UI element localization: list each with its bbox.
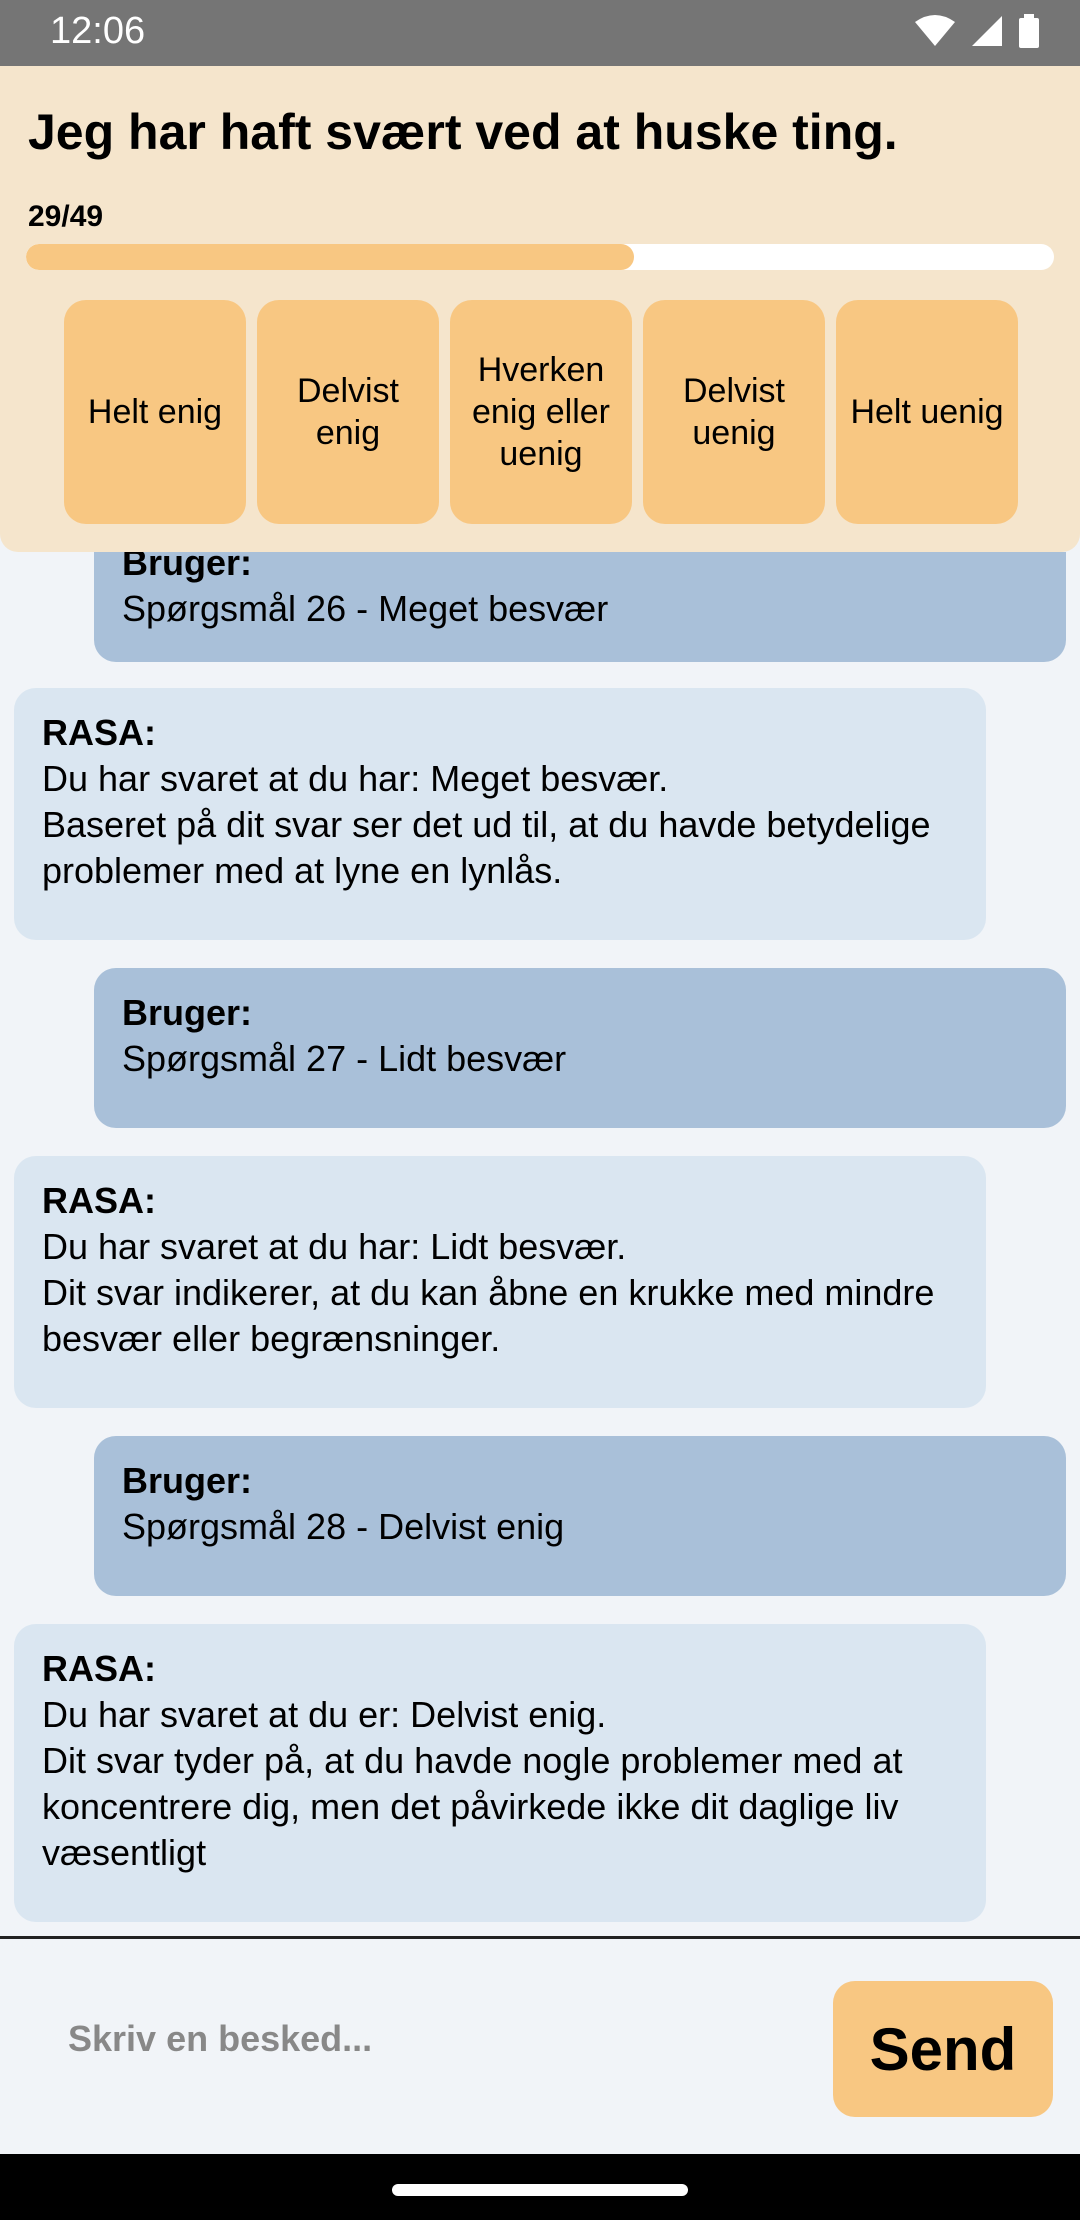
user-message: Bruger: Spørgsmål 27 - Lidt besvær — [94, 968, 1066, 1128]
message-sender: RASA: — [42, 712, 156, 753]
message-text: Du har svaret at du er: Delvist enig. — [42, 1694, 607, 1735]
send-button[interactable]: Send — [833, 1981, 1053, 2117]
bot-message: RASA: Du har svaret at du har: Lidt besv… — [14, 1156, 986, 1408]
message-text: Du har svaret at du har: Meget besvær. — [42, 758, 669, 799]
progress-label: 29/49 — [28, 200, 104, 233]
answer-delvist-enig-button[interactable]: Delvist enig — [257, 300, 439, 524]
question-panel: Jeg har haft svært ved at huske ting. 29… — [0, 66, 1080, 552]
question-title: Jeg har haft svært ved at huske ting. — [28, 104, 898, 160]
message-input[interactable] — [40, 1979, 856, 2099]
message-sender: RASA: — [42, 1648, 156, 1689]
cellular-signal-icon — [970, 14, 1004, 48]
status-bar: 12:06 — [0, 0, 1080, 66]
chat-log[interactable]: Bruger: Spørgsmål 26 - Meget besvær RASA… — [0, 552, 1080, 1934]
progress-bar — [26, 244, 1054, 270]
battery-icon — [1018, 14, 1040, 48]
wifi-icon — [914, 14, 956, 48]
user-message: Bruger: Spørgsmål 28 - Delvist enig — [94, 1436, 1066, 1596]
user-message: Bruger: Spørgsmål 26 - Meget besvær — [94, 552, 1066, 662]
message-sender: RASA: — [42, 1180, 156, 1221]
progress-fill — [26, 244, 635, 270]
message-text: Baseret på dit svar ser det ud til, at d… — [42, 804, 931, 891]
answer-hverken-button[interactable]: Hverken enig eller uenig — [450, 300, 632, 524]
message-text: Du har svaret at du har: Lidt besvær. — [42, 1226, 627, 1267]
answer-delvist-uenig-button[interactable]: Delvist uenig — [643, 300, 825, 524]
answer-options: Helt enig Delvist enig Hverken enig elle… — [64, 300, 1018, 524]
navigation-bar — [0, 2154, 1080, 2220]
bot-message: RASA: Du har svaret at du er: Delvist en… — [14, 1624, 986, 1922]
message-text: Spørgsmål 26 - Meget besvær — [122, 588, 609, 629]
message-text: Spørgsmål 28 - Delvist enig — [122, 1506, 565, 1547]
bot-message: RASA: Du har svaret at du har: Meget bes… — [14, 688, 986, 940]
status-icons — [914, 14, 1040, 48]
answer-helt-uenig-button[interactable]: Helt uenig — [836, 300, 1018, 524]
message-sender: Bruger: — [122, 992, 253, 1033]
home-gesture-handle[interactable] — [392, 2184, 688, 2196]
message-text: Dit svar tyder på, at du havde nogle pro… — [42, 1740, 903, 1873]
message-text: Dit svar indikerer, at du kan åbne en kr… — [42, 1272, 935, 1359]
status-time: 12:06 — [50, 10, 146, 52]
message-sender: Bruger: — [122, 1460, 253, 1501]
answer-helt-enig-button[interactable]: Helt enig — [64, 300, 246, 524]
message-sender: Bruger: — [122, 552, 253, 583]
message-text: Spørgsmål 27 - Lidt besvær — [122, 1038, 567, 1079]
message-composer: Send — [0, 1936, 1080, 2157]
